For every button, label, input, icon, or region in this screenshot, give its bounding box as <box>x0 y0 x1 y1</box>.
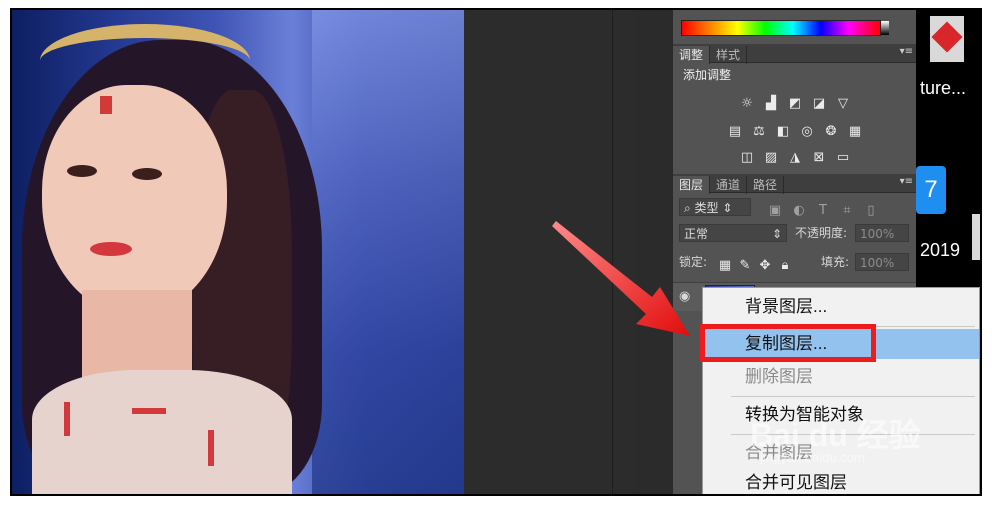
screenshot-frame: 调整 样式 ▾≡ 添加调整 ☼ ▟ ◩ ◪ ▽ ▤ ⚖ ◧ ◎ ❂ ▦ ◫ ▨ ◮ ⊠ ▭ 图层 通道 路径 ▾… <box>10 8 982 496</box>
arrow-shape <box>552 221 690 336</box>
baidu-watermark-url: jingyan.baidu.com <box>760 450 865 465</box>
